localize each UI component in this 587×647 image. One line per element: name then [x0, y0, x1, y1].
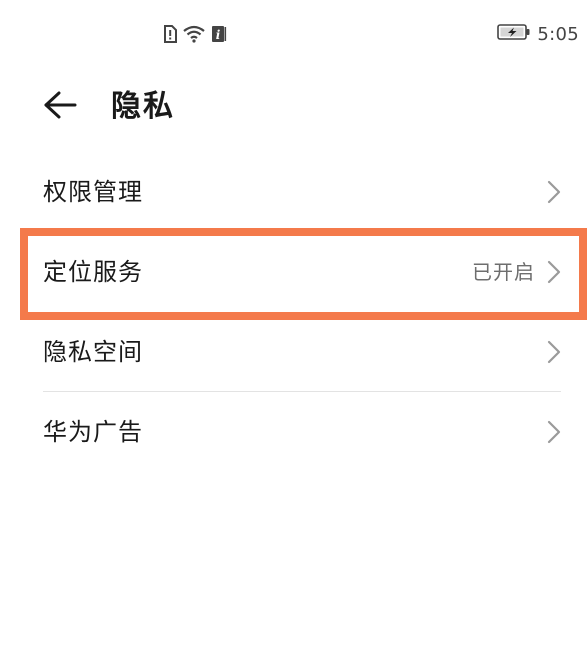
- chevron-right-icon: [547, 340, 561, 364]
- list-item-label: 权限管理: [43, 178, 143, 206]
- status-icons-left: i: [163, 22, 227, 46]
- status-bar: i 5:05: [0, 0, 587, 68]
- list-item-huawei-ads[interactable]: 华为广告: [0, 392, 587, 472]
- clock: 5:05: [537, 23, 579, 45]
- battery-charging-icon: [497, 24, 531, 44]
- page-title: 隐私: [111, 89, 175, 124]
- settings-list: 权限管理 定位服务 已开启 隐私空间 华为广告: [0, 152, 587, 472]
- chevron-right-icon: [547, 260, 561, 284]
- list-item-label: 隐私空间: [43, 338, 143, 366]
- status-value: 已开启: [472, 260, 535, 284]
- list-item-private-space[interactable]: 隐私空间: [0, 312, 587, 392]
- list-item-location-services[interactable]: 定位服务 已开启: [0, 232, 587, 312]
- status-right: 5:05: [497, 22, 579, 46]
- svg-text:i: i: [216, 28, 221, 42]
- chevron-right-icon: [547, 180, 561, 204]
- info-icon: i: [211, 25, 227, 43]
- wifi-icon: [182, 25, 206, 43]
- back-button[interactable]: [36, 84, 84, 130]
- arrow-left-icon: [43, 91, 77, 123]
- sim-alert-icon: [163, 25, 177, 43]
- list-item-permission-management[interactable]: 权限管理: [0, 152, 587, 232]
- header: 隐私: [0, 78, 587, 136]
- list-item-label: 华为广告: [43, 418, 143, 446]
- chevron-right-icon: [547, 420, 561, 444]
- list-item-label: 定位服务: [43, 258, 143, 286]
